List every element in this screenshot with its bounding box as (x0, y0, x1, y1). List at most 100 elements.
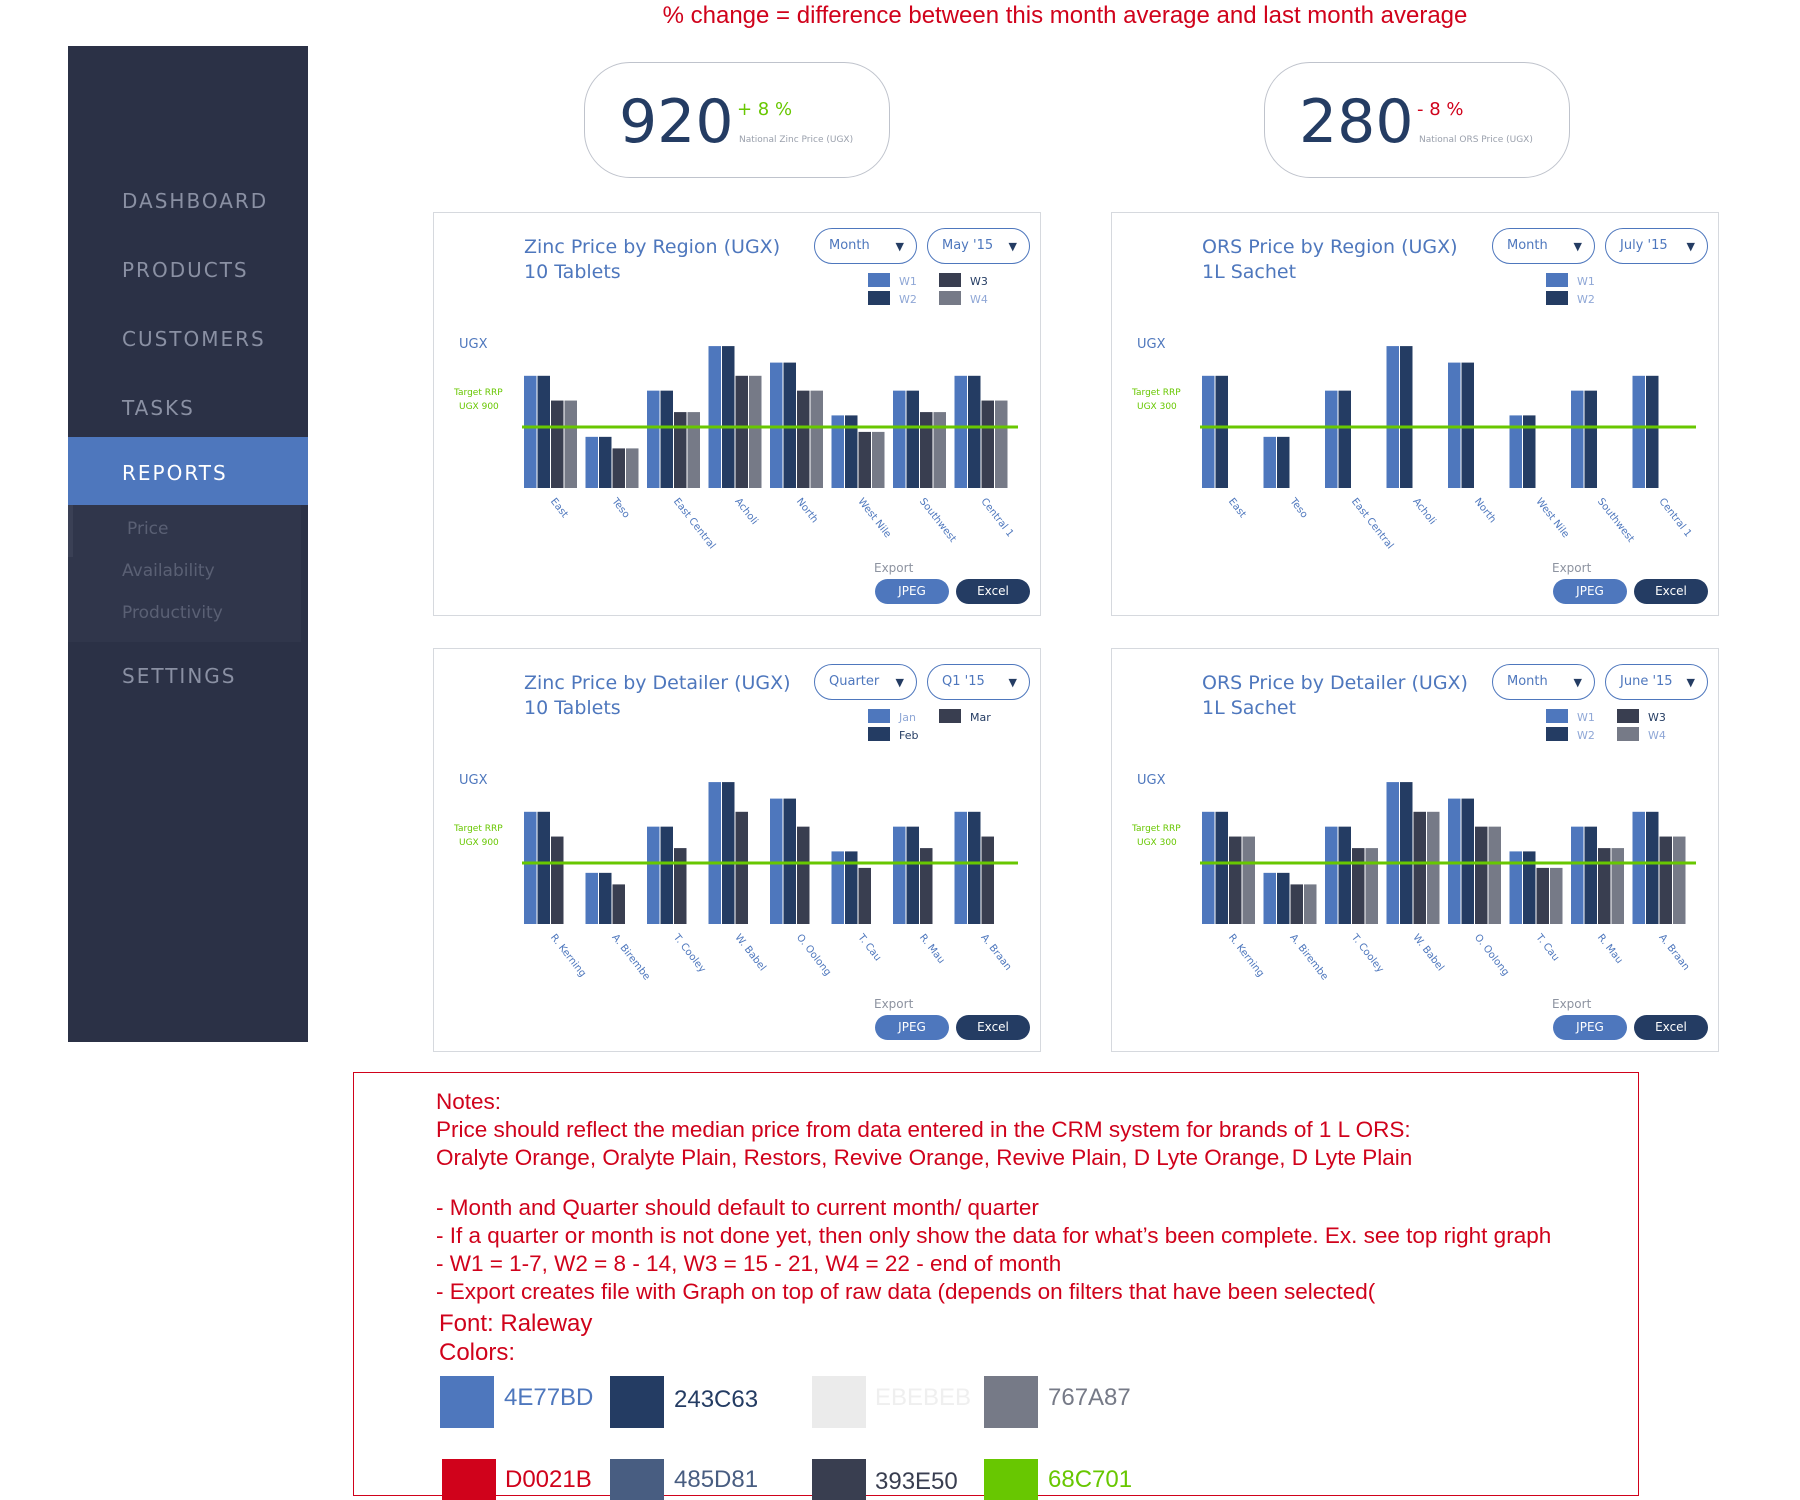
export-excel-button[interactable]: Excel (1634, 1015, 1708, 1040)
bar (674, 848, 687, 924)
export-label: Export (1552, 561, 1592, 575)
color-swatch-label: D0021B (505, 1466, 592, 1493)
color-swatch-label: 4E77BD (504, 1384, 594, 1411)
bar (1215, 375, 1228, 488)
period-type-dropdown[interactable]: Month ▼ (814, 228, 917, 264)
color-swatch-label: 485D81 (674, 1466, 759, 1493)
notes-colors-heading: Colors: (439, 1339, 516, 1366)
period-dropdown[interactable]: May '15 ▼ (927, 228, 1030, 264)
bar (1673, 836, 1686, 924)
export-jpeg-button[interactable]: JPEG (875, 1015, 949, 1040)
legend-swatch (1617, 709, 1639, 723)
bar (1352, 848, 1365, 924)
bar (1413, 811, 1426, 924)
bar (647, 390, 660, 488)
period-dropdown[interactable]: July '15 ▼ (1605, 228, 1708, 264)
legend-label: W3 (1648, 711, 1666, 724)
export-excel-button[interactable]: Excel (956, 579, 1030, 604)
bar (524, 811, 537, 924)
legend-swatch (1546, 709, 1568, 723)
bar (1571, 390, 1584, 488)
bar (1646, 375, 1659, 488)
dropdown-value: Quarter (829, 674, 880, 689)
bar (954, 375, 967, 488)
nav-reports-label: REPORTS (122, 461, 228, 485)
color-swatch (440, 1376, 494, 1428)
chevron-down-icon: ▼ (1573, 240, 1582, 253)
subnav-price[interactable]: Price (127, 519, 168, 539)
chart-title-line2: 10 Tablets (524, 697, 621, 719)
bar (1263, 436, 1276, 488)
dropdown-value: Month (1507, 674, 1548, 689)
period-dropdown[interactable]: June '15 ▼ (1605, 664, 1708, 700)
bar (674, 412, 687, 488)
bar (735, 375, 748, 488)
bar (585, 436, 598, 488)
period-dropdown[interactable]: Q1 '15 ▼ (927, 664, 1030, 700)
period-type-dropdown[interactable]: Quarter ▼ (814, 664, 917, 700)
nav-reports[interactable]: REPORTS (68, 437, 308, 505)
color-swatch (812, 1376, 866, 1428)
export-jpeg-button[interactable]: JPEG (1553, 1015, 1627, 1040)
chevron-down-icon: ▼ (1686, 676, 1695, 689)
dropdown-value: May '15 (942, 238, 994, 253)
x-tick-label: East (1226, 496, 1248, 520)
x-tick-label: A. Birembe (609, 932, 652, 982)
period-type-dropdown[interactable]: Month ▼ (1492, 228, 1595, 264)
chart-card-zinc-region: UGX Target RRP UGX 900 East Teso East Central… (433, 212, 1041, 616)
bar (797, 390, 810, 488)
bar (783, 362, 796, 488)
bar (564, 400, 577, 488)
color-swatch-label: 243C63 (674, 1386, 759, 1413)
bar (810, 390, 823, 488)
bar (858, 867, 871, 924)
legend-label: W1 (1577, 711, 1595, 724)
bar (1584, 826, 1597, 924)
bar (599, 436, 612, 488)
dropdown-value: Month (829, 238, 870, 253)
bar (1263, 872, 1276, 924)
kpi-zinc: 920 + 8 % National Zinc Price (UGX) (584, 62, 890, 178)
kpi-value: 280 (1299, 87, 1414, 157)
x-tick-label: R. Kerning (1226, 932, 1266, 979)
export-jpeg-button[interactable]: JPEG (1553, 579, 1627, 604)
export-jpeg-button[interactable]: JPEG (875, 579, 949, 604)
target-label: Target RRP (1131, 388, 1181, 398)
nav-customers[interactable]: CUSTOMERS (122, 327, 266, 351)
export-label: Export (1552, 997, 1592, 1011)
legend-swatch (868, 709, 890, 723)
nav-settings[interactable]: SETTINGS (122, 664, 236, 688)
target-label: Target RRP (453, 824, 503, 834)
notes-panel: Notes: Price should reflect the median p… (353, 1072, 1639, 1500)
chart-title-line1: Zinc Price by Region (UGX) (524, 236, 781, 258)
subnav-availability[interactable]: Availability (122, 561, 215, 581)
export-excel-button[interactable]: Excel (1634, 579, 1708, 604)
bar (1550, 867, 1563, 924)
legend-swatch (1617, 727, 1639, 741)
bar (647, 826, 660, 924)
nav-products[interactable]: PRODUCTS (122, 258, 249, 282)
bar (612, 448, 625, 488)
bar (1448, 362, 1461, 488)
color-swatch (442, 1459, 496, 1500)
bar (1461, 362, 1474, 488)
nav-tasks[interactable]: TASKS (122, 396, 195, 420)
reports-subnav: Price Availability Productivity (68, 505, 301, 642)
bar (537, 375, 550, 488)
bar (1202, 811, 1215, 924)
dropdown-value: June '15 (1620, 674, 1673, 689)
x-tick-label: R. Mau (917, 932, 947, 966)
bar (1338, 826, 1351, 924)
subnav-productivity[interactable]: Productivity (122, 603, 223, 623)
export-excel-button[interactable]: Excel (956, 1015, 1030, 1040)
legend-swatch (1546, 273, 1568, 287)
color-swatch-label: 68C701 (1048, 1466, 1133, 1493)
nav-dashboard[interactable]: DASHBOARD (122, 189, 268, 213)
chevron-down-icon: ▼ (895, 240, 904, 253)
x-tick-label: East Central (671, 496, 717, 551)
x-tick-label: East Central (1349, 496, 1395, 551)
chart-title: Zinc Price by Region (UGX) 10 Tablets (524, 235, 780, 285)
period-type-dropdown[interactable]: Month ▼ (1492, 664, 1595, 700)
legend-label: W4 (1648, 729, 1666, 742)
legend-label: W1 (1577, 275, 1595, 288)
